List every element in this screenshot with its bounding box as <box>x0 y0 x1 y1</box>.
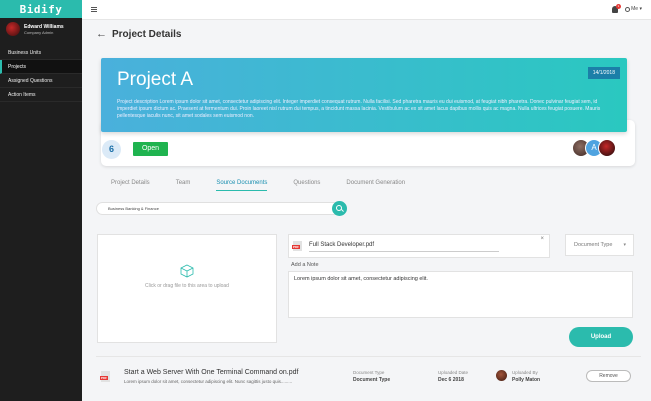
project-title: Project A <box>117 69 194 90</box>
tab-document-generation[interactable]: Document Generation <box>346 180 405 191</box>
me-menu[interactable]: Me ▾ <box>631 6 642 12</box>
list-item: PDF Start a Web Server With One Terminal… <box>96 361 641 397</box>
dropzone-text: Click or drag file to this area to uploa… <box>145 283 229 289</box>
me-label: Me <box>631 6 639 12</box>
page-header: ← Project Details <box>96 28 181 40</box>
file-dropzone[interactable]: Click or drag file to this area to uploa… <box>97 234 277 343</box>
chevron-down-icon: ▾ <box>639 6 642 12</box>
document-type-value: Document Type <box>353 377 391 383</box>
tab-project-details[interactable]: Project Details <box>111 180 150 191</box>
user-avatar <box>6 22 20 36</box>
user-role: Company Admin <box>24 29 54 35</box>
user-profile[interactable]: Edward Williams Company Admin <box>0 18 82 40</box>
close-icon[interactable]: × <box>540 236 544 242</box>
project-description: Project description Lorem ipsum dolor si… <box>117 99 601 119</box>
avatar <box>496 370 507 381</box>
tab-team[interactable]: Team <box>176 180 191 191</box>
sidebar-item-assigned-questions[interactable]: Assigned Questions <box>0 74 82 88</box>
page-title: Project Details <box>112 28 182 40</box>
uploaded-by-label: Uploaded By <box>512 370 538 375</box>
uploaded-by-value: Polly Maton <box>512 377 541 383</box>
document-description: Lorem ipsum dolor sit amet, consectetur … <box>124 379 293 384</box>
remove-button[interactable]: Remove <box>586 370 631 382</box>
search-input[interactable]: Business Banking & Finance <box>96 202 347 215</box>
brand-name: Bidify <box>19 2 63 16</box>
uploaded-date-value: Dec 6 2018 <box>438 377 464 383</box>
project-count-badge: 6 <box>102 140 121 159</box>
sidebar-item-business-units[interactable]: Business Units <box>0 46 82 60</box>
project-date: 14/1/2018 <box>587 67 620 79</box>
hamburger-icon[interactable] <box>91 7 97 12</box>
pdf-icon: PDF <box>100 371 110 382</box>
document-type-placeholder: Document Type <box>574 242 613 248</box>
tab-source-documents[interactable]: Source Documents <box>216 180 268 191</box>
file-progress <box>309 251 499 252</box>
user-name: Edward Williams <box>24 23 64 30</box>
selected-file: PDF Full Stack Developer.pdf × <box>288 234 550 258</box>
status-badge[interactable]: Open <box>133 142 168 156</box>
sidebar-item-action-items[interactable]: Action Items <box>0 88 82 102</box>
uploaded-date-label: Uploaded Date <box>438 370 469 375</box>
avatar <box>598 139 616 157</box>
upload-button[interactable]: Upload <box>569 327 633 347</box>
project-tabs: Project Details Team Source Documents Qu… <box>111 180 431 191</box>
brand-logo[interactable]: Bidify <box>0 0 82 18</box>
document-type-label: Document Type <box>353 370 385 375</box>
tab-questions[interactable]: Questions <box>293 180 320 191</box>
pdf-icon: PDF <box>292 241 302 251</box>
notification-badge: 1 <box>616 4 621 9</box>
sidebar: Bidify Edward Williams Company Admin Bus… <box>0 0 82 401</box>
cube-icon <box>180 264 194 278</box>
pdf-tag: PDF <box>100 376 108 380</box>
note-label: Add a Note <box>291 262 319 268</box>
note-textarea[interactable]: Lorem ipsum dolor sit amet, consectetur … <box>288 271 633 318</box>
document-type-select[interactable]: Document Type ▾ <box>565 234 634 256</box>
gear-icon[interactable] <box>625 7 630 12</box>
document-title[interactable]: Start a Web Server With One Terminal Com… <box>124 369 298 376</box>
chevron-down-icon: ▾ <box>623 242 626 248</box>
file-name: Full Stack Developer.pdf <box>309 242 375 248</box>
team-avatars[interactable]: A <box>572 139 622 159</box>
arrow-left-icon[interactable]: ← <box>96 28 107 40</box>
sidebar-item-projects[interactable]: Projects <box>0 60 82 74</box>
pdf-tag: PDF <box>292 245 300 249</box>
project-banner: Project A 14/1/2018 Project description … <box>101 58 627 132</box>
search-icon[interactable] <box>332 201 347 216</box>
divider <box>96 356 641 357</box>
topbar: 1 Me ▾ <box>82 0 651 20</box>
